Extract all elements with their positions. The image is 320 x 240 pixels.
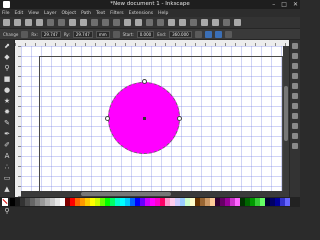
ry-label: Ry: bbox=[63, 31, 70, 37]
redo-icon[interactable] bbox=[80, 19, 87, 26]
print-icon[interactable] bbox=[36, 19, 43, 26]
whole-ellipse-icon[interactable] bbox=[112, 30, 120, 38]
duplicate-icon[interactable] bbox=[124, 19, 131, 26]
pencil-tool-icon[interactable]: ✎ bbox=[3, 119, 11, 127]
zoom-selection-icon[interactable] bbox=[91, 19, 98, 26]
zoom-tool-icon[interactable]: ⚲ bbox=[3, 64, 11, 72]
end-label: End: bbox=[157, 31, 167, 37]
menu-bar: File Edit View Layer Object Path Text Fi… bbox=[0, 9, 300, 17]
end-field[interactable]: 360.000 bbox=[169, 30, 192, 38]
toolbox: ⬈ ◆ ⚲ ■ ● ★ ✸ ✎ ✒ ✐ A ∴ ▭ ▲ ▤ ⚲ bbox=[0, 40, 15, 215]
menu-view[interactable]: View bbox=[28, 11, 39, 16]
snap-controls-bar bbox=[289, 40, 300, 197]
start-field[interactable]: 0.000 bbox=[136, 30, 155, 38]
pen-tool-icon[interactable]: ✒ bbox=[3, 130, 11, 138]
window-title: *New document 1 - Inkscape bbox=[110, 1, 190, 7]
vertical-scroll-thumb[interactable] bbox=[284, 86, 288, 141]
text-font-icon[interactable] bbox=[179, 19, 186, 26]
undo-icon[interactable] bbox=[69, 19, 76, 26]
selector-tool-icon[interactable]: ⬈ bbox=[3, 42, 11, 50]
arc-open-icon[interactable] bbox=[204, 30, 212, 38]
snap-corner-icon[interactable] bbox=[292, 73, 298, 79]
open-file-icon[interactable] bbox=[14, 19, 21, 26]
snap-midpoint-icon[interactable] bbox=[292, 103, 298, 109]
commands-bar bbox=[0, 17, 300, 29]
menu-filters[interactable]: Filters bbox=[110, 11, 124, 16]
tool-controls-bar: Change Rx: 29.747 Ry: 29.747 mm Start: 0… bbox=[0, 29, 300, 40]
node-tool-icon[interactable]: ◆ bbox=[3, 53, 11, 61]
save-icon[interactable] bbox=[25, 19, 32, 26]
align-distribute-icon[interactable] bbox=[212, 19, 219, 26]
title-bar: *New document 1 - Inkscape – □ ✕ bbox=[0, 0, 300, 9]
arc-chord-icon[interactable] bbox=[214, 30, 222, 38]
dropper-tool-icon[interactable]: ⚲ bbox=[3, 207, 11, 215]
horizontal-scroll-thumb[interactable] bbox=[81, 192, 171, 196]
layers-icon[interactable] bbox=[190, 19, 197, 26]
start-label: Start: bbox=[122, 31, 134, 37]
menu-object[interactable]: Object bbox=[61, 11, 76, 16]
clone-icon[interactable] bbox=[135, 19, 142, 26]
export-icon[interactable] bbox=[58, 19, 65, 26]
arc-slice-icon[interactable] bbox=[194, 30, 202, 38]
make-whole-icon[interactable] bbox=[224, 30, 232, 38]
snap-page-icon[interactable] bbox=[292, 123, 298, 129]
color-swatch[interactable] bbox=[285, 198, 290, 206]
new-ellipse-icon[interactable] bbox=[21, 30, 29, 38]
snap-grid-icon[interactable] bbox=[292, 133, 298, 139]
menu-extensions[interactable]: Extensions bbox=[129, 11, 153, 16]
snap-bbox-icon[interactable] bbox=[292, 53, 298, 59]
close-icon[interactable]: ✕ bbox=[293, 1, 298, 8]
zoom-drawing-icon[interactable] bbox=[102, 19, 109, 26]
no-paint-swatch[interactable] bbox=[2, 198, 8, 206]
mode-label: Change bbox=[3, 31, 19, 37]
eraser-tool-icon[interactable]: ▭ bbox=[3, 174, 11, 182]
snap-guide-icon[interactable] bbox=[292, 143, 298, 149]
menu-path[interactable]: Path bbox=[81, 11, 91, 16]
star-tool-icon[interactable]: ★ bbox=[3, 97, 11, 105]
color-palette bbox=[0, 197, 300, 207]
xml-editor-icon[interactable] bbox=[201, 19, 208, 26]
document-properties-icon[interactable] bbox=[234, 19, 241, 26]
spray-tool-icon[interactable]: ∴ bbox=[3, 163, 11, 171]
snap-center-icon[interactable] bbox=[292, 113, 298, 119]
menu-layer[interactable]: Layer bbox=[44, 11, 57, 16]
calligraphy-tool-icon[interactable]: ✐ bbox=[3, 141, 11, 149]
snap-nodes-icon[interactable] bbox=[292, 83, 298, 89]
ry-field[interactable]: 29.747 bbox=[72, 30, 93, 38]
menu-edit[interactable]: Edit bbox=[15, 11, 24, 16]
resize-handle-left[interactable] bbox=[105, 116, 110, 121]
bucket-tool-icon[interactable]: ▲ bbox=[3, 185, 11, 193]
rx-label: Rx: bbox=[31, 31, 38, 37]
resize-handle-right[interactable] bbox=[177, 116, 182, 121]
drawing-canvas[interactable] bbox=[21, 46, 289, 197]
group-icon[interactable] bbox=[146, 19, 153, 26]
ungroup-icon[interactable] bbox=[157, 19, 164, 26]
snap-path-icon[interactable] bbox=[292, 93, 298, 99]
menu-help[interactable]: Help bbox=[158, 11, 168, 16]
minimize-icon[interactable]: – bbox=[272, 1, 275, 8]
window-controls: – □ ✕ bbox=[272, 1, 298, 8]
text-tool-icon[interactable]: A bbox=[3, 152, 11, 160]
center-marker bbox=[143, 117, 146, 120]
ellipse-tool-icon[interactable]: ● bbox=[3, 86, 11, 94]
spiral-tool-icon[interactable]: ✸ bbox=[3, 108, 11, 116]
maximize-icon[interactable]: □ bbox=[281, 1, 287, 8]
rx-field[interactable]: 29.747 bbox=[40, 30, 61, 38]
resize-handle-top[interactable] bbox=[142, 79, 147, 84]
import-icon[interactable] bbox=[47, 19, 54, 26]
menu-text[interactable]: Text bbox=[96, 11, 105, 16]
vertical-scrollbar[interactable] bbox=[283, 46, 289, 191]
menu-file[interactable]: File bbox=[2, 11, 10, 16]
snap-toggle-icon[interactable] bbox=[292, 43, 298, 49]
zoom-page-icon[interactable] bbox=[113, 19, 120, 26]
new-document-icon[interactable] bbox=[3, 19, 10, 26]
snap-edge-icon[interactable] bbox=[292, 63, 298, 69]
preferences-icon[interactable] bbox=[223, 19, 230, 26]
fill-stroke-icon[interactable] bbox=[168, 19, 175, 26]
unit-select[interactable]: mm bbox=[95, 30, 110, 38]
rectangle-tool-icon[interactable]: ■ bbox=[3, 75, 11, 83]
